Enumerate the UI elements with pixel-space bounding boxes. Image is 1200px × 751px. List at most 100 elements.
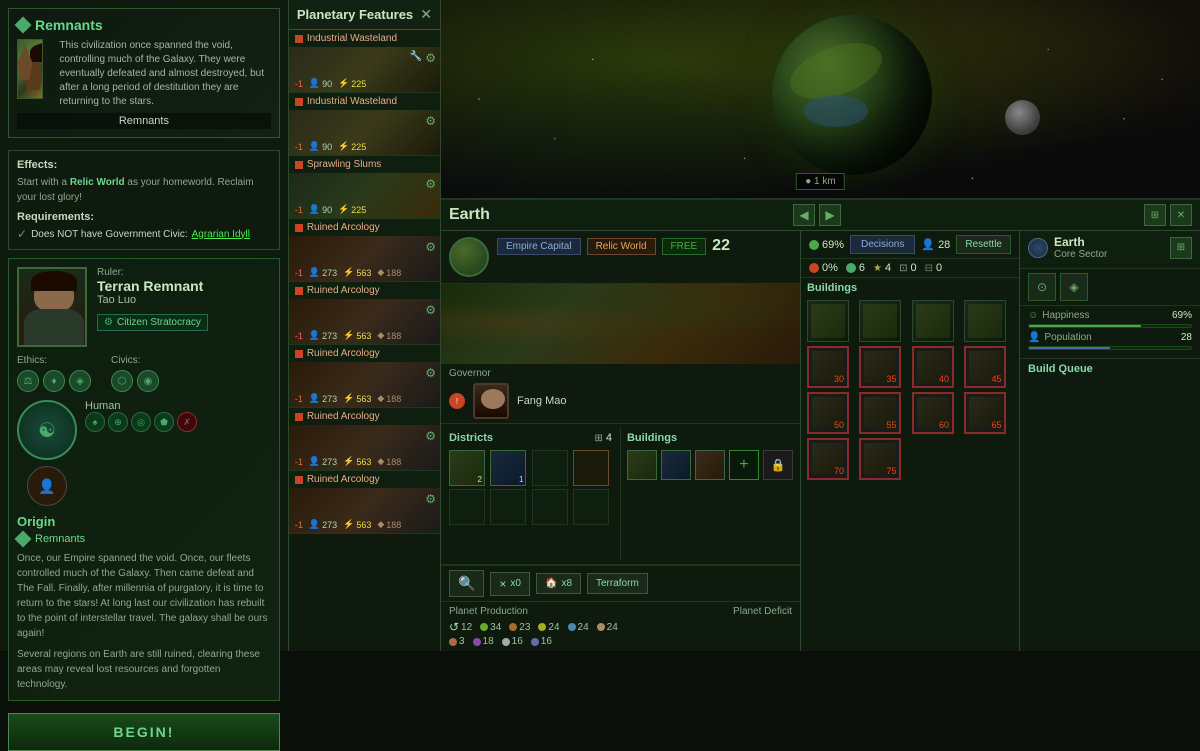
buildings-title: Buildings xyxy=(627,432,677,444)
district-tile-2[interactable]: 1 xyxy=(490,450,526,486)
bld-tile-3[interactable] xyxy=(912,300,954,342)
pf-item-4-image[interactable]: ⚙ -1 👤 273 ⚡ 563 ◆ 188 xyxy=(289,236,440,281)
civic-icon-1[interactable]: ⬡ xyxy=(111,370,133,392)
trait-icon-5[interactable]: ✗ xyxy=(177,412,197,432)
empire-emblem[interactable]: ☯ xyxy=(17,400,77,460)
sector-settings-button[interactable]: ⊞ xyxy=(1170,237,1192,259)
pf-gear-icon-1[interactable]: ⚙ xyxy=(425,51,436,65)
pf-close-button[interactable]: ✕ xyxy=(420,6,432,23)
species-label: Human xyxy=(85,400,271,412)
pf-item-4: Ruined Arcology ⚙ -1 👤 273 ⚡ 563 ◆ 188 xyxy=(289,219,440,282)
stability-dot xyxy=(846,263,856,273)
civic-icon-2[interactable]: ◉ xyxy=(137,370,159,392)
earth-nav-next[interactable]: ▶ xyxy=(819,204,841,226)
resettle-button[interactable]: Resettle xyxy=(956,235,1011,254)
building-tile-1[interactable] xyxy=(627,450,657,480)
pf-gear-icon-3[interactable]: ⚙ xyxy=(425,177,436,191)
decisions-button[interactable]: Decisions xyxy=(850,235,915,254)
origin-lore-2: Several regions on Earth are still ruine… xyxy=(17,647,271,692)
district-tile-3[interactable] xyxy=(532,450,568,486)
bld-tile-4[interactable] xyxy=(964,300,1006,342)
pf-item-7-image[interactable]: ⚙ -1 👤 273 ⚡ 563 ◆ 188 xyxy=(289,425,440,470)
district-tile-5[interactable] xyxy=(449,489,485,525)
bld-tile-2[interactable] xyxy=(859,300,901,342)
planet-sphere[interactable] xyxy=(772,15,932,175)
district-tile-6[interactable] xyxy=(490,489,526,525)
planet-moon xyxy=(1005,100,1040,135)
pf-item-1: Industrial Wasteland ⚙ 🔧 -1 👤 90 ⚡ 225 xyxy=(289,30,440,93)
building-tile-3[interactable] xyxy=(695,450,725,480)
pf-item-5-image[interactable]: ⚙ -1 👤 273 ⚡ 563 ◆ 188 xyxy=(289,299,440,344)
survey-icon: 🔍 xyxy=(458,575,475,592)
sector-action-1[interactable]: ⊙ xyxy=(1028,273,1056,301)
bld-tile-locked-1: 30 xyxy=(807,346,849,388)
governor-label: Governor xyxy=(449,368,792,379)
survey-button[interactable]: 🔍 xyxy=(449,570,484,597)
amenities-stat: ★ 4 xyxy=(873,262,891,274)
trait-icon-4[interactable]: ⬟ xyxy=(154,412,174,432)
housing-stat-total: ⊟ 0 xyxy=(925,262,943,274)
housing-total-icon: ⊟ xyxy=(925,263,933,274)
pf-gear-icon-4[interactable]: ⚙ xyxy=(425,240,436,254)
pf-item-7-header: Ruined Arcology xyxy=(289,408,440,425)
district-tile-8[interactable] xyxy=(573,489,609,525)
earth-grid-button[interactable]: ⊞ xyxy=(1144,204,1166,226)
pf-item-1-image[interactable]: ⚙ 🔧 -1 👤 90 ⚡ 225 xyxy=(289,47,440,92)
pf-neg-1: -1 xyxy=(295,79,303,89)
top-stats-row: 69% Decisions 👤 28 Resettle xyxy=(801,231,1019,259)
pf-gear-icon-8[interactable]: ⚙ xyxy=(425,492,436,506)
pf-item-8-image[interactable]: ⚙ -1 👤 273 ⚡ 563 ◆ 188 xyxy=(289,488,440,533)
unity-dot xyxy=(449,638,457,646)
government-badge: ⚙ Citizen Stratocracy xyxy=(97,314,208,331)
district-tile-7[interactable] xyxy=(532,489,568,525)
district-grid: 2 1 xyxy=(449,450,612,525)
district-tile-4[interactable] xyxy=(573,450,609,486)
pf-gear-icon-2[interactable]: ⚙ xyxy=(425,114,436,128)
trait-icon-3[interactable]: ◎ xyxy=(131,412,151,432)
origin-diamond-icon xyxy=(15,17,32,34)
pf-item-1-name: Industrial Wasteland xyxy=(307,33,434,44)
pop-val: 28 xyxy=(1181,332,1192,343)
district-tile-1[interactable]: 2 xyxy=(449,450,485,486)
species-portrait[interactable]: 👤 xyxy=(27,466,67,506)
ethics-icon-3[interactable]: ◈ xyxy=(69,370,91,392)
pf-item-6-image[interactable]: ⚙ -1 👤 273 ⚡ 563 ◆ 188 xyxy=(289,362,440,407)
sector-action-2[interactable]: ◈ xyxy=(1060,273,1088,301)
begin-button[interactable]: BEGIN! xyxy=(8,713,280,751)
bld-tile-1[interactable] xyxy=(807,300,849,342)
buildings-title-row: Buildings xyxy=(627,432,794,444)
pop-icon: × xyxy=(499,577,506,591)
ethics-icon-1[interactable]: ⚖ xyxy=(17,370,39,392)
housing-stat-free: ⊡ 0 xyxy=(899,262,917,274)
trait-icon-2[interactable]: ⊕ xyxy=(108,412,128,432)
building-add-button[interactable]: + xyxy=(729,450,759,480)
ruler-label: Ruler: xyxy=(97,267,271,278)
empire-body: ☯ 👤 Human ♠ ⊕ ◎ ⬟ ✗ xyxy=(17,400,271,506)
sector-panel: Earth Core Sector ⊞ ⊙ ◈ ☺ Happiness xyxy=(1020,231,1200,651)
pf-item-3-stats: -1 👤 90 ⚡ 225 xyxy=(295,204,367,215)
housing-count: x8 xyxy=(561,578,572,589)
earth-close-button[interactable]: ✕ xyxy=(1170,204,1192,226)
pf-item-2-image[interactable]: ⚙ -1 👤 90 ⚡ 225 xyxy=(289,110,440,155)
prod-housing: 16 xyxy=(531,636,552,647)
housing-icon: 🏠 xyxy=(545,578,557,589)
governor-portrait[interactable] xyxy=(473,383,509,419)
pf-gear-icon-6[interactable]: ⚙ xyxy=(425,366,436,380)
bld-grid: 30 35 40 45 50 xyxy=(807,300,1013,480)
pf-item-8: Ruined Arcology ⚙ -1 👤 273 ⚡ 563 ◆ 188 xyxy=(289,471,440,534)
origin-image xyxy=(17,39,43,99)
terraform-button[interactable]: Terraform xyxy=(587,573,648,594)
sector-sub: Core Sector xyxy=(1054,249,1107,260)
sector-name: Earth xyxy=(1054,235,1107,249)
pf-item-3-image[interactable]: ⚙ -1 👤 90 ⚡ 225 xyxy=(289,173,440,218)
trait-icon-1[interactable]: ♠ xyxy=(85,412,105,432)
building-tile-2[interactable] xyxy=(661,450,691,480)
earth-nav-prev[interactable]: ◀ xyxy=(793,204,815,226)
pf-gear-icon-5[interactable]: ⚙ xyxy=(425,303,436,317)
pf-gear-icon-7[interactable]: ⚙ xyxy=(425,429,436,443)
pf-item-6-name: Ruined Arcology xyxy=(307,348,434,359)
origin-card-label: Remnants xyxy=(17,113,271,129)
planet-icon[interactable] xyxy=(449,237,489,277)
req-civic-link[interactable]: Agrarian Idyll xyxy=(192,229,250,240)
ethics-icon-2[interactable]: ♦ xyxy=(43,370,65,392)
